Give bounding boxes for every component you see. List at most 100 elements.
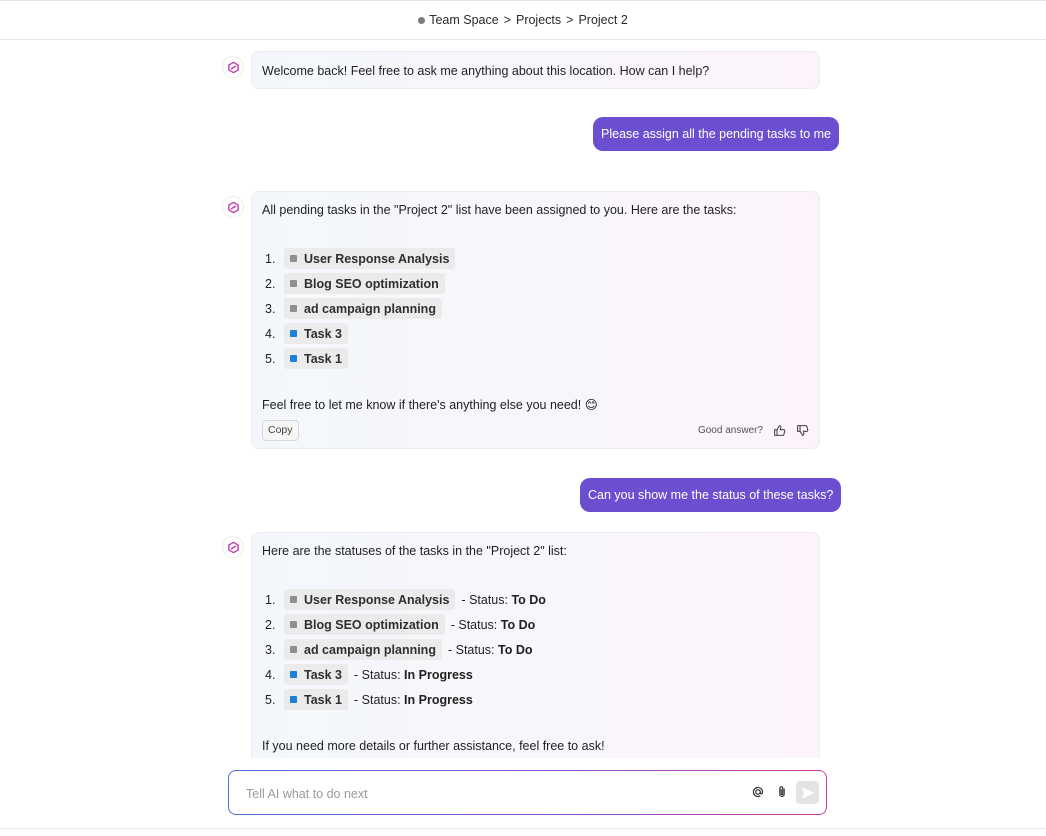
task-status-square-icon [290,671,297,679]
list-number: 4. [265,326,276,341]
task-status-list: 1. User Response Analysis - Status: To D… [262,587,809,712]
task-list-item: 2. Blog SEO optimization - Status: To Do [262,612,809,637]
task-status: To Do [498,642,533,657]
thumbs-down-icon[interactable] [796,424,809,437]
user-message: Please assign all the pending tasks to m… [593,117,839,151]
task-status-square-icon [290,621,297,629]
status-prefix: - Status: [461,592,508,607]
task-list-item: 5. Task 1 [262,346,809,371]
list-number: 2. [265,276,276,291]
feedback-group: Good answer? [698,424,809,437]
send-button[interactable] [796,781,819,804]
task-chip[interactable]: ad campaign planning [284,639,442,661]
copy-button[interactable]: Copy [262,419,299,442]
breadcrumb: Team Space > Projects > Project 2 [418,13,628,27]
breadcrumb-project-2[interactable]: Project 2 [578,13,627,27]
task-chip[interactable]: Task 1 [284,689,348,711]
task-status-square-icon [290,305,297,313]
header-bar: Team Space > Projects > Project 2 [0,0,1046,40]
task-chip[interactable]: ad campaign planning [284,298,442,320]
message-outro: Feel free to let me know if there's anyt… [262,398,598,413]
task-name: Task 1 [304,351,342,366]
task-status-square-icon [290,696,297,704]
task-chip[interactable]: User Response Analysis [284,248,456,270]
message-text: Please assign all the pending tasks to m… [601,127,831,141]
ai-logo-icon [227,541,239,553]
status-prefix: - Status: [354,692,401,707]
task-list: 1. User Response Analysis 2. Blog SEO op… [262,246,809,371]
message-text: Can you show me the status of these task… [588,488,834,502]
task-status: In Progress [404,667,473,682]
breadcrumb-separator: > [566,13,574,27]
send-icon [801,787,814,798]
task-status-square-icon [290,330,297,338]
list-number: 5. [265,692,276,707]
task-status-square-icon [290,255,297,263]
list-number: 1. [265,251,276,266]
task-list-item: 3. ad campaign planning [262,296,809,321]
task-name: ad campaign planning [304,642,436,657]
ai-message: All pending tasks in the "Project 2" lis… [251,191,820,449]
ai-logo-icon [227,201,239,213]
task-list-item: 2. Blog SEO optimization [262,271,809,296]
thumbs-up-icon[interactable] [773,424,786,437]
message-outro: If you need more details or further assi… [262,739,605,754]
ai-message: Welcome back! Feel free to ask me anythi… [251,51,820,89]
chat-thread: Welcome back! Feel free to ask me anythi… [0,40,1046,758]
task-name: User Response Analysis [304,592,450,607]
message-text: Welcome back! Feel free to ask me anythi… [262,64,710,78]
space-dot-icon [418,16,426,24]
ai-prompt-input[interactable] [244,783,748,805]
ai-avatar [222,536,244,558]
message-intro: Here are the statuses of the tasks in th… [262,544,567,558]
message-intro: All pending tasks in the "Project 2" lis… [262,203,737,217]
list-number: 1. [265,592,276,607]
task-status: To Do [511,592,546,607]
ai-logo-icon [227,61,239,73]
task-status: To Do [500,617,536,632]
list-number: 3. [265,642,276,657]
task-chip[interactable]: Task 3 [284,664,348,686]
status-prefix: - Status: [447,642,495,657]
list-number: 2. [265,617,276,632]
feedback-label: Good answer? [697,424,763,436]
task-status-square-icon [290,280,297,288]
list-number: 5. [265,351,276,366]
task-status-square-icon [290,646,297,654]
task-name: Blog SEO optimization [304,276,439,291]
breadcrumb-team-space[interactable]: Team Space [429,13,498,27]
status-prefix: - Status: [354,667,401,682]
message-footer: Copy Good answer? [262,419,809,442]
status-prefix: - Status: [450,617,498,632]
task-list-item: 1. User Response Analysis - Status: To D… [262,587,809,612]
task-status: In Progress [404,692,473,707]
task-chip[interactable]: Task 3 [284,323,348,345]
composer [228,770,827,815]
task-name: ad campaign planning [304,301,436,316]
task-chip[interactable]: User Response Analysis [284,589,456,611]
task-status-square-icon [290,596,297,604]
list-number: 4. [265,667,276,682]
ai-message: Here are the statuses of the tasks in th… [251,532,820,758]
user-message: Can you show me the status of these task… [580,478,842,512]
at-icon[interactable] [751,785,765,799]
list-number: 3. [265,301,276,316]
ai-avatar [222,196,244,218]
task-list-item: 1. User Response Analysis [262,246,809,271]
task-chip[interactable]: Blog SEO optimization [284,614,445,636]
task-list-item: 4. Task 3 [262,321,809,346]
task-status-square-icon [290,355,297,363]
task-list-item: 5. Task 1 - Status: In Progress [262,687,809,712]
task-name: Blog SEO optimization [304,617,439,632]
task-list-item: 4. Task 3 - Status: In Progress [262,662,809,687]
task-chip[interactable]: Blog SEO optimization [284,273,445,295]
paperclip-icon[interactable] [775,785,789,799]
task-name: Task 3 [304,326,342,341]
breadcrumb-separator: > [503,13,511,27]
ai-avatar [222,56,244,78]
task-name: Task 3 [304,667,342,682]
task-chip[interactable]: Task 1 [284,348,348,370]
bottom-divider [0,828,1046,829]
breadcrumb-projects[interactable]: Projects [516,13,561,27]
task-name: Task 1 [304,692,342,707]
